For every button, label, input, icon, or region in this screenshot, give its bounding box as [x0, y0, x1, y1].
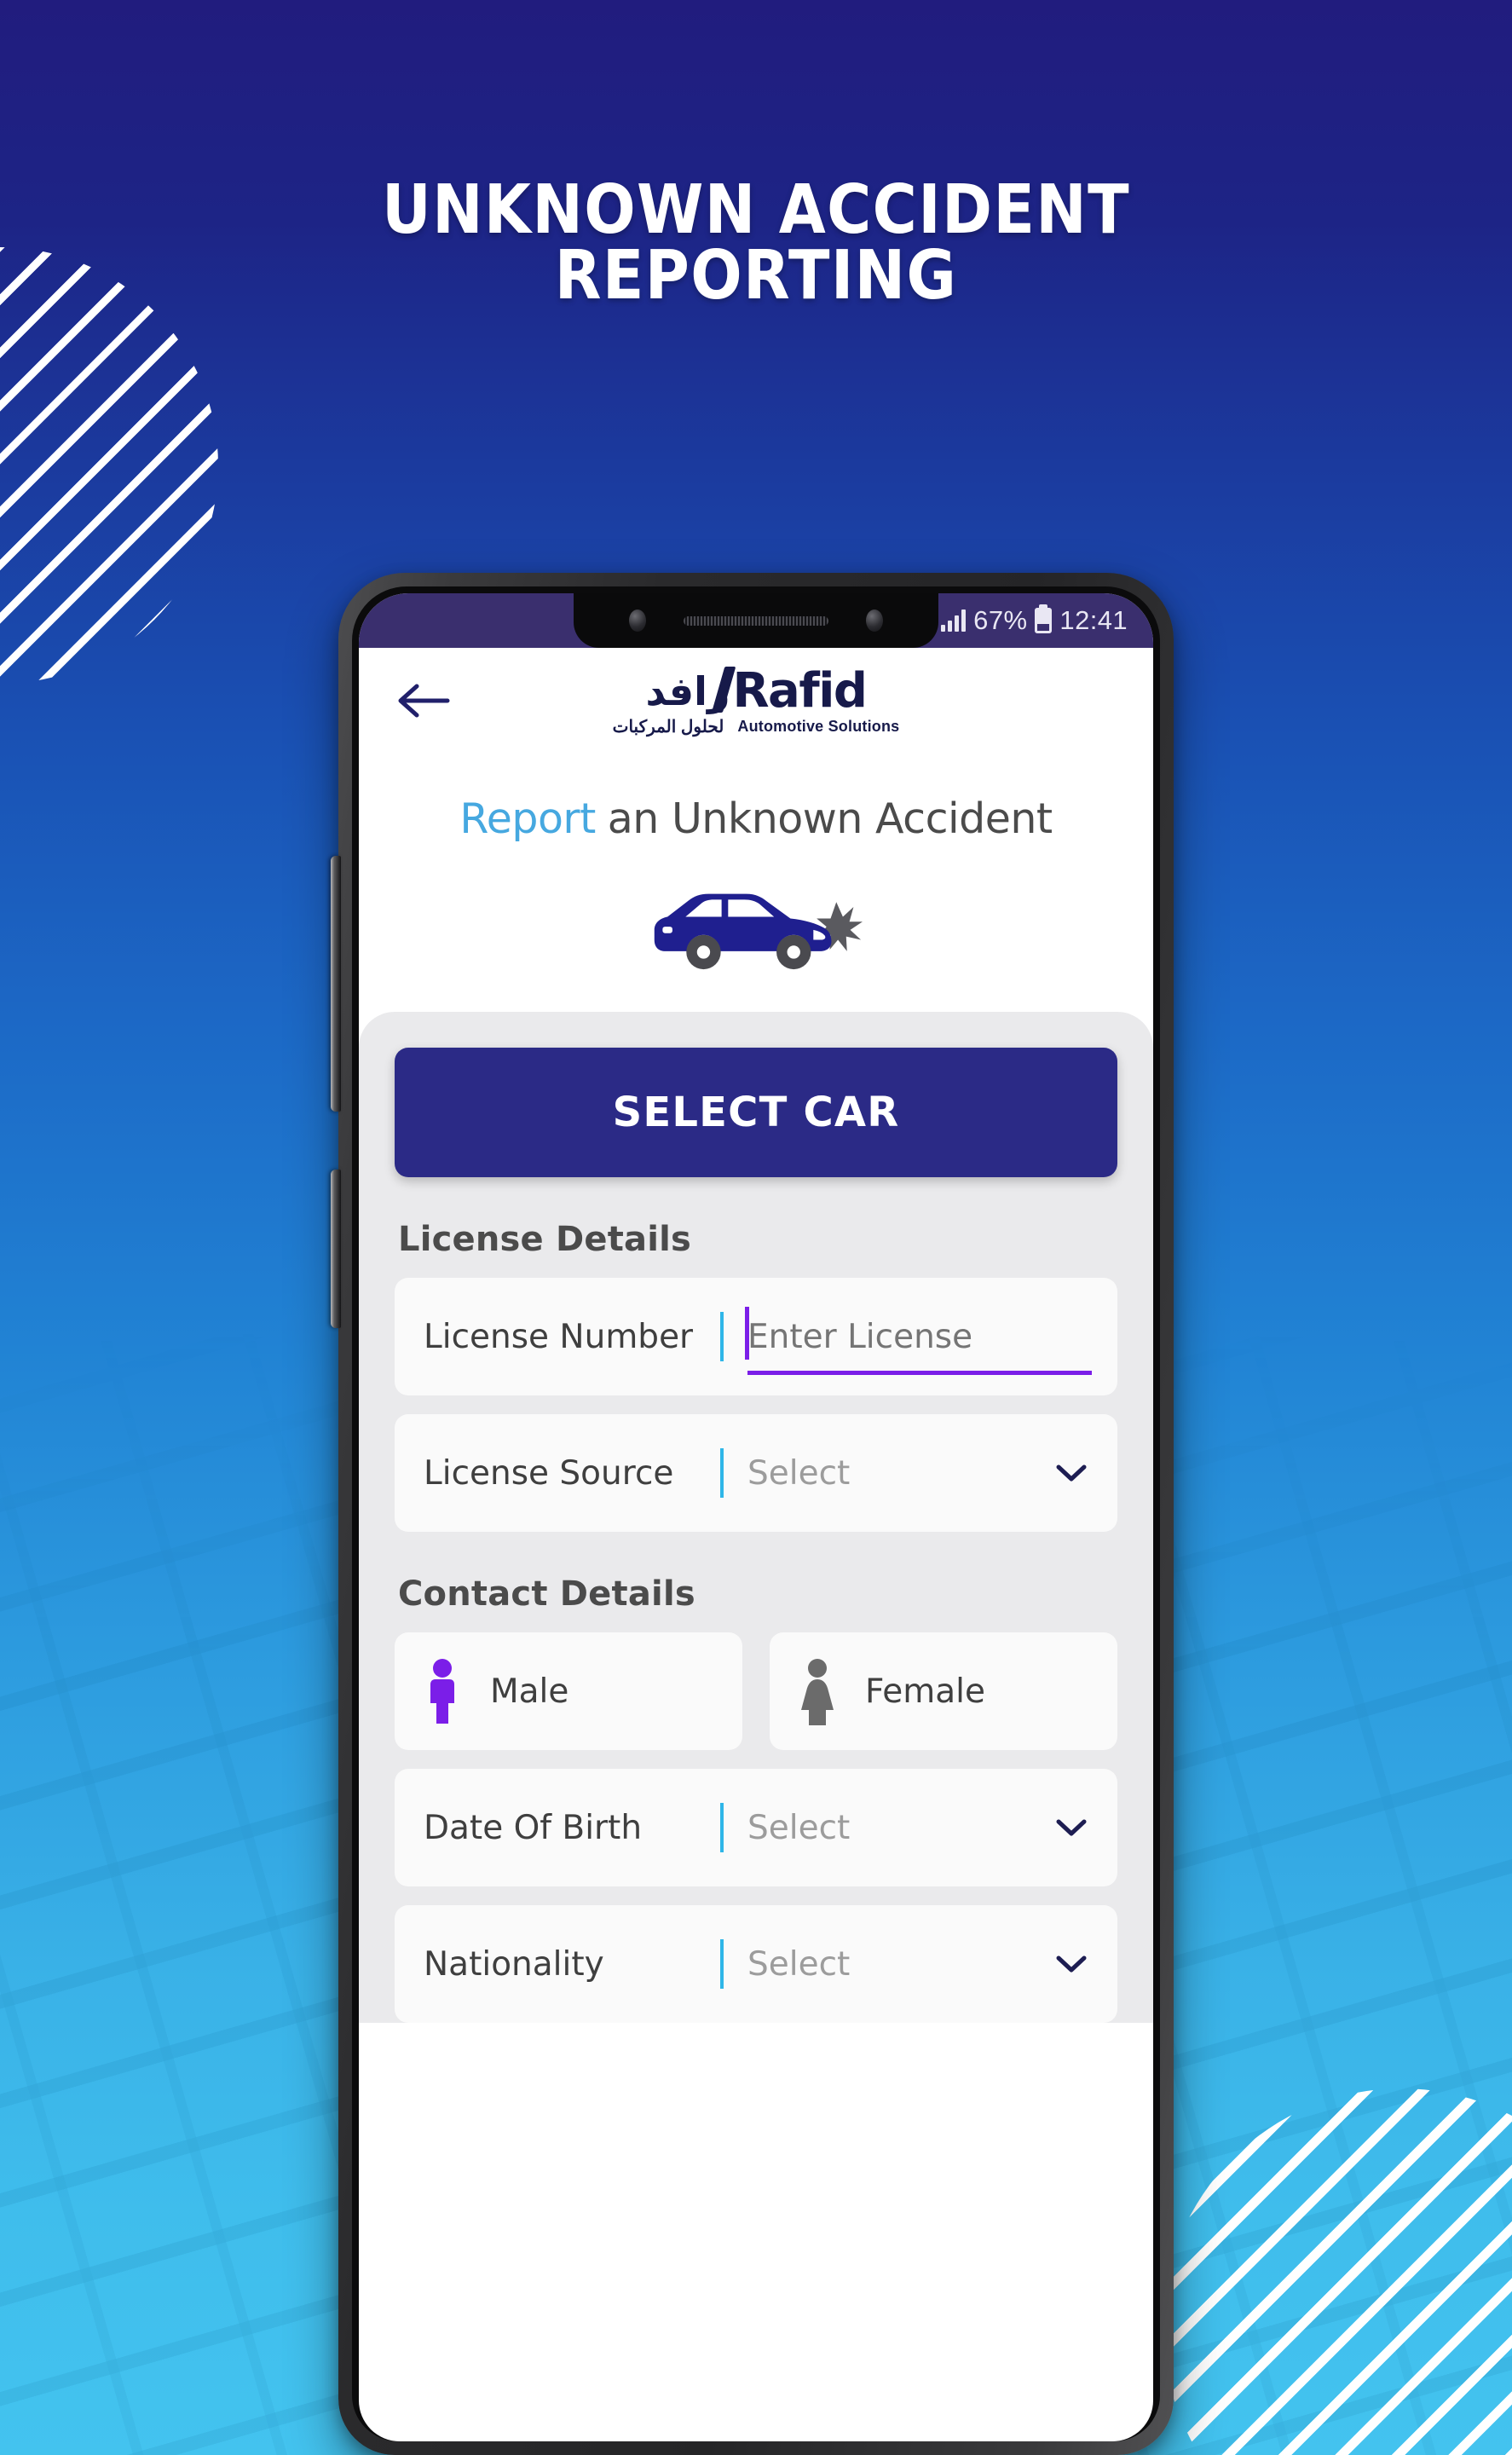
battery-percent-label: 67% — [973, 605, 1028, 635]
license-source-value: Select — [747, 1453, 851, 1493]
input-focus-underline — [747, 1371, 1092, 1375]
phone-mockup: 67% 12:41 رافد Rafid لحلول المركبات Auto… — [331, 573, 1174, 2455]
license-details-heading: License Details — [398, 1220, 692, 1259]
front-camera-icon — [629, 609, 646, 632]
promo-headline: UNKNOWN ACCIDENT REPORTING — [381, 170, 1131, 315]
license-number-input-wrap[interactable] — [745, 1278, 1092, 1395]
gender-selector: Male Female — [395, 1632, 1117, 1750]
front-camera-secondary-icon — [866, 609, 883, 632]
car-crash-icon — [359, 879, 1153, 1015]
decorative-stripe-circle-right — [1163, 2088, 1512, 2455]
female-person-icon — [799, 1657, 836, 1725]
license-number-label: License Number — [424, 1317, 694, 1356]
phone-notch — [574, 593, 938, 648]
hero-section: Report an Unknown Accident — [359, 754, 1153, 1015]
license-number-field[interactable]: License Number — [395, 1278, 1117, 1395]
logo-tagline: لحلول المركبات Automotive Solutions — [613, 716, 900, 737]
field-divider — [720, 1312, 724, 1361]
chevron-down-icon[interactable] — [1054, 1954, 1088, 1974]
date-of-birth-label: Date Of Birth — [424, 1808, 643, 1847]
date-of-birth-value: Select — [747, 1808, 851, 1847]
female-label: Female — [865, 1672, 986, 1711]
logo-wordmark: رافد Rafid — [645, 662, 868, 719]
phone-volume-button[interactable] — [331, 856, 341, 1112]
contact-details-heading: Contact Details — [398, 1574, 695, 1614]
text-caret — [745, 1307, 749, 1360]
stripe-pattern — [1163, 2088, 1512, 2455]
signal-bars-icon — [941, 609, 967, 632]
logo-latin-tagline: Automotive Solutions — [737, 718, 900, 735]
field-divider — [720, 1803, 724, 1852]
chevron-down-icon[interactable] — [1054, 1817, 1088, 1838]
license-source-label: License Source — [424, 1453, 674, 1493]
phone-power-button[interactable] — [331, 1170, 341, 1328]
earpiece-speaker-icon — [684, 615, 828, 626]
back-arrow-icon[interactable] — [393, 678, 453, 724]
date-of-birth-field[interactable]: Date Of Birth Select — [395, 1769, 1117, 1886]
clock-label: 12:41 — [1059, 605, 1128, 635]
chevron-down-icon[interactable] — [1054, 1463, 1088, 1483]
license-number-input[interactable] — [747, 1317, 1088, 1356]
logo-arabic-tagline: لحلول المركبات — [612, 718, 724, 736]
gender-option-female[interactable]: Female — [770, 1632, 1117, 1750]
page-title-accent: Report — [459, 794, 596, 843]
rafid-logo: رافد Rafid لحلول المركبات Automotive Sol… — [613, 667, 900, 737]
phone-screen: 67% 12:41 رافد Rafid لحلول المركبات Auto… — [359, 593, 1153, 2441]
phone-bezel: 67% 12:41 رافد Rafid لحلول المركبات Auto… — [352, 586, 1160, 2441]
page-title: Report an Unknown Accident — [359, 794, 1153, 843]
nationality-label: Nationality — [424, 1944, 604, 1984]
field-divider — [720, 1939, 724, 1989]
page-title-rest: an Unknown Accident — [607, 794, 1053, 843]
male-label: Male — [490, 1672, 569, 1711]
field-divider — [720, 1448, 724, 1498]
form-sheet: SELECT CAR License Details License Numbe… — [359, 1012, 1153, 2023]
app-header: رافد Rafid لحلول المركبات Automotive Sol… — [359, 648, 1153, 754]
select-car-button[interactable]: SELECT CAR — [395, 1048, 1117, 1177]
gender-option-male[interactable]: Male — [395, 1632, 742, 1750]
stripe-pattern — [0, 247, 218, 684]
battery-icon — [1035, 608, 1053, 633]
nationality-field[interactable]: Nationality Select — [395, 1905, 1117, 2023]
male-person-icon — [424, 1657, 461, 1725]
nationality-value: Select — [747, 1944, 851, 1984]
logo-latin-wordmark: Rafid — [732, 662, 868, 719]
license-source-field[interactable]: License Source Select — [395, 1414, 1117, 1532]
decorative-stripe-circle-left — [0, 247, 218, 684]
